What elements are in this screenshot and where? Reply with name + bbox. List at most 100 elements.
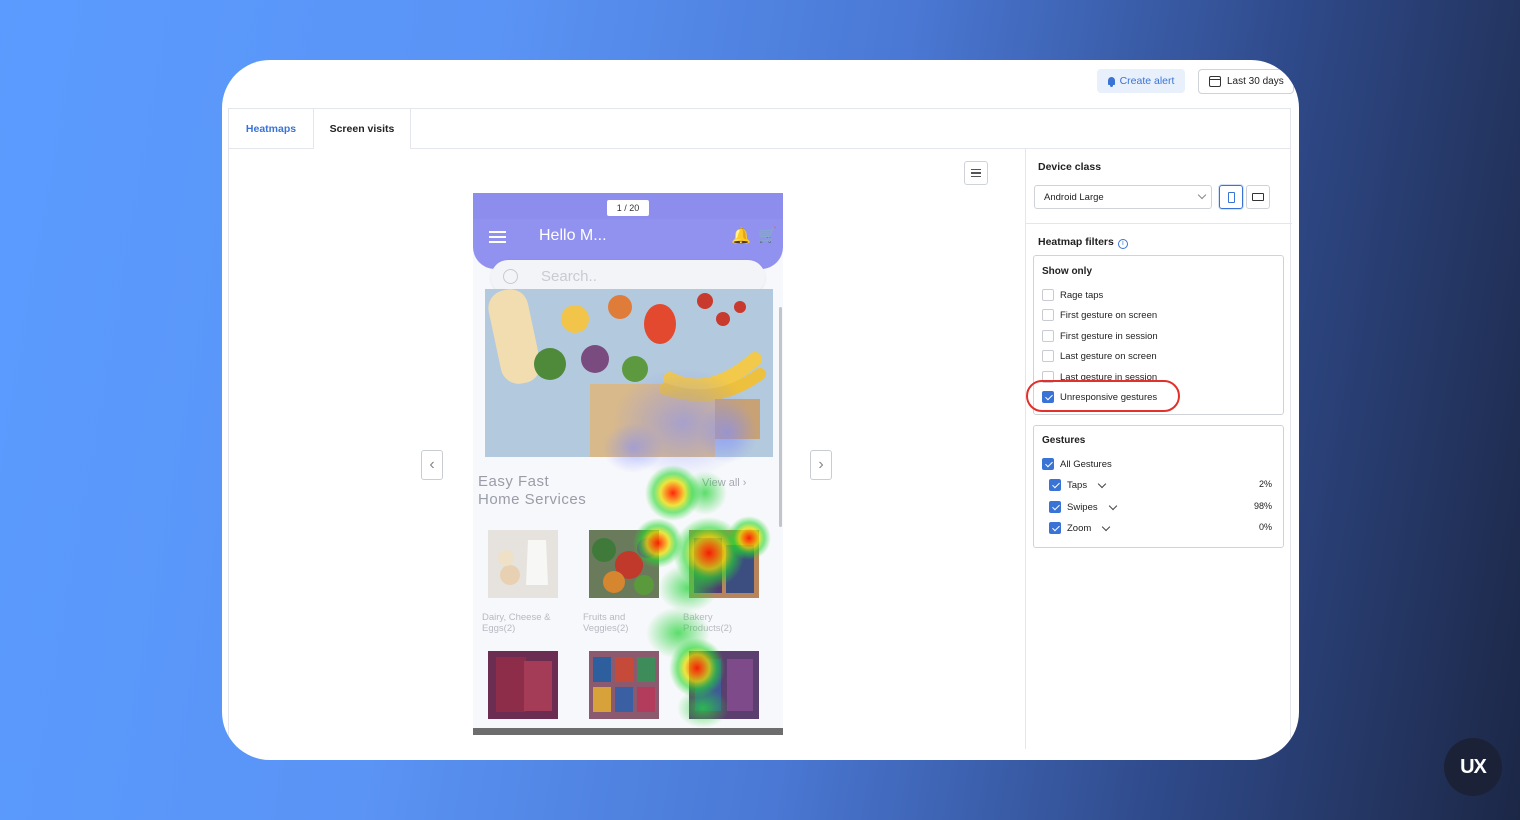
product-label-dairy: Dairy, Cheese & Eggs(2) <box>482 612 551 634</box>
phone-screenshot: 1 / 20 Hello M... 🔔 🛒 Search.. Easy Fast… <box>473 193 783 735</box>
screen-counter: 1 / 20 <box>607 200 649 216</box>
last-gesture-screen-label: Last gesture on screen <box>1060 350 1157 362</box>
section-title-line1: Easy Fast <box>478 473 550 490</box>
first-gesture-screen-checkbox[interactable] <box>1042 309 1054 321</box>
show-only-title: Show only <box>1042 266 1092 277</box>
landscape-device-button[interactable] <box>1246 185 1270 209</box>
date-range-label: Last 30 days <box>1227 76 1284 87</box>
phone-bottom-bar <box>473 728 783 735</box>
create-alert-label: Create alert <box>1119 75 1175 87</box>
swipes-checkbox[interactable] <box>1049 501 1061 513</box>
device-class-select[interactable]: Android Large <box>1034 185 1212 209</box>
gesture-zoom-row[interactable]: Zoom <box>1049 521 1111 535</box>
highlight-annotation-ring <box>1026 380 1180 412</box>
last-gesture-screen-checkbox[interactable] <box>1042 350 1054 362</box>
beverages-illustration <box>689 651 759 719</box>
zoom-label: Zoom <box>1067 522 1092 534</box>
previous-screen-button[interactable]: ‹ <box>421 450 443 480</box>
notification-bell-icon: 🔔 <box>731 228 751 245</box>
snacks-illustration <box>488 651 558 719</box>
heatmap-filters-title: Heatmap filters <box>1038 236 1114 248</box>
fruits-illustration <box>589 530 659 598</box>
tab-heatmaps[interactable]: Heatmaps <box>229 109 313 149</box>
info-icon[interactable]: i <box>1117 239 1128 249</box>
view-all-label: View all <box>702 477 740 489</box>
swipes-percent: 98% <box>1253 501 1272 511</box>
device-class-label: Device class <box>1038 161 1102 173</box>
taps-percent: 2% <box>1258 479 1272 489</box>
view-all-link: View all › <box>702 477 747 489</box>
calendar-icon <box>1209 76 1221 87</box>
sidebar-divider <box>1026 223 1292 224</box>
filters-sidebar: Device class Android Large Heatmap filte… <box>1025 149 1292 749</box>
product-image-beverages <box>689 651 759 719</box>
product-image-snacks <box>488 651 558 719</box>
product-image-bakery <box>689 530 759 598</box>
phone-portrait-icon <box>1227 191 1235 203</box>
gesture-taps-row[interactable]: Taps <box>1049 478 1107 492</box>
app-window: Create alert Last 30 days Heatmaps Scree… <box>222 60 1299 760</box>
taps-checkbox[interactable] <box>1049 479 1061 491</box>
product-label-fruits: Fruits and Veggies(2) <box>583 612 629 634</box>
gestures-box: Gestures All Gestures Taps 2% Swipes 98% <box>1033 425 1284 548</box>
create-alert-button[interactable]: Create alert <box>1097 69 1185 93</box>
taps-label: Taps <box>1067 479 1088 491</box>
portrait-device-button[interactable] <box>1219 185 1243 209</box>
shopping-cart-icon: 🛒 <box>758 227 777 244</box>
app-search-placeholder: Search.. <box>541 268 597 285</box>
chevron-right-icon: › <box>818 456 824 473</box>
main-panel: Heatmaps Screen visits ‹ › 1 / 20 Hello … <box>228 108 1292 749</box>
dairy-illustration <box>488 530 558 598</box>
all-gestures-row[interactable]: All Gestures <box>1042 457 1112 471</box>
tab-bar: Heatmaps Screen visits <box>229 109 1290 149</box>
rage-taps-label: Rage taps <box>1060 289 1104 301</box>
date-range-button[interactable]: Last 30 days <box>1198 69 1294 94</box>
all-gestures-checkbox[interactable] <box>1042 458 1054 470</box>
chevron-down-icon[interactable] <box>1097 479 1107 488</box>
bakery-illustration <box>689 530 759 598</box>
next-screen-button[interactable]: › <box>810 450 832 480</box>
filter-first-gesture-screen[interactable]: First gesture on screen <box>1042 308 1157 322</box>
ux-logo-text: UX <box>1460 755 1487 778</box>
bell-icon <box>1107 77 1115 87</box>
rage-taps-checkbox[interactable] <box>1042 289 1054 301</box>
gesture-swipes-row[interactable]: Swipes <box>1049 500 1117 514</box>
swipes-label: Swipes <box>1067 501 1098 513</box>
first-gesture-screen-label: First gesture on screen <box>1060 309 1158 321</box>
phone-scrollbar <box>779 307 782 527</box>
grocery-banner-image <box>485 289 773 457</box>
chevron-down-icon[interactable] <box>1108 501 1117 510</box>
first-gesture-session-label: First gesture in session <box>1060 330 1158 342</box>
settings-sliders-button[interactable] <box>964 161 988 185</box>
product-label-bakery: Bakery Products(2) <box>683 612 733 634</box>
filter-rage-taps[interactable]: Rage taps <box>1042 288 1103 302</box>
heatmap-viewer: ‹ › 1 / 20 Hello M... 🔔 🛒 Search.. Easy … <box>229 149 1025 749</box>
heatmap-filters-label: Heatmap filters i <box>1038 236 1128 249</box>
top-toolbar: Create alert Last 30 days <box>222 60 1299 108</box>
zoom-checkbox[interactable] <box>1049 522 1061 534</box>
filter-first-gesture-session[interactable]: First gesture in session <box>1042 329 1158 343</box>
sliders-icon <box>971 168 981 171</box>
first-gesture-session-checkbox[interactable] <box>1042 330 1054 342</box>
search-icon <box>503 269 518 284</box>
ux-brand-logo: UX <box>1444 738 1502 796</box>
phone-landscape-icon <box>1252 193 1264 201</box>
grocery-illustration <box>485 289 773 457</box>
zoom-percent: 0% <box>1258 522 1272 532</box>
hamburger-menu-icon <box>489 231 506 243</box>
product-image-pantry <box>589 651 659 719</box>
chevron-down-icon <box>1197 190 1207 200</box>
tab-screen-visits[interactable]: Screen visits <box>313 109 411 149</box>
product-image-fruits <box>589 530 659 598</box>
filter-last-gesture-screen[interactable]: Last gesture on screen <box>1042 349 1157 363</box>
device-class-value: Android Large <box>1044 191 1104 203</box>
chevron-left-icon: ‹ <box>429 456 435 473</box>
product-image-dairy <box>488 530 558 598</box>
background-frame: Create alert Last 30 days Heatmaps Scree… <box>0 0 1520 820</box>
chevron-down-icon[interactable] <box>1102 522 1111 531</box>
pantry-illustration <box>589 651 659 719</box>
app-greeting: Hello M... <box>539 227 607 244</box>
section-title-line2: Home Services <box>478 491 587 508</box>
all-gestures-label: All Gestures <box>1060 458 1112 470</box>
gestures-title: Gestures <box>1042 435 1086 446</box>
